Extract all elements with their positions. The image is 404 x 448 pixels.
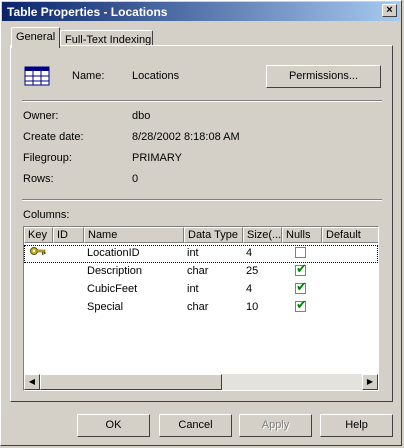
owner-label: Owner: — [23, 110, 59, 122]
col-header-name[interactable]: Name — [84, 227, 184, 243]
name-label: Name: — [72, 70, 105, 82]
nulls-checkbox[interactable] — [295, 280, 307, 295]
cell-name: Description — [87, 265, 143, 277]
col-header-id[interactable]: ID — [53, 227, 84, 243]
cell-name: Special — [87, 301, 124, 313]
permissions-button[interactable]: Permissions... — [266, 65, 381, 88]
scrollbar-thumb[interactable] — [40, 374, 222, 390]
table-icon — [24, 66, 50, 86]
divider — [22, 199, 382, 201]
columns-grid[interactable]: Key ID Name Data Type Size(... Nulls Def… — [23, 226, 379, 391]
cell-data-type: char — [187, 301, 209, 313]
ok-label: OK — [105, 419, 122, 431]
ok-button[interactable]: OK — [77, 414, 150, 437]
cell-size: 25 — [246, 265, 259, 277]
cell-data-type: int — [187, 283, 199, 295]
owner-value: dbo — [132, 110, 151, 122]
nulls-checkbox[interactable] — [295, 262, 307, 277]
cell-data-type: char — [187, 265, 209, 277]
tab-general-label: General — [16, 31, 56, 43]
arrow-left-icon: ◀ — [28, 377, 36, 386]
scroll-right-button[interactable]: ▶ — [362, 374, 378, 390]
horizontal-scrollbar[interactable]: ◀ ▶ — [24, 374, 378, 390]
cell-size: 4 — [246, 247, 253, 259]
title-bar[interactable]: Table Properties - Locations × — [2, 2, 400, 21]
filegroup-value: PRIMARY — [132, 152, 182, 164]
help-button[interactable]: Help — [320, 414, 393, 437]
window-title: Table Properties - Locations — [7, 5, 168, 19]
cell-size: 4 — [246, 283, 253, 295]
apply-label: Apply — [261, 419, 290, 431]
grid-header-row: Key ID Name Data Type Size(... Nulls Def… — [24, 227, 378, 243]
col-header-key[interactable]: Key — [24, 227, 53, 243]
nulls-checkbox[interactable] — [295, 298, 307, 313]
create-date-label: Create date: — [23, 131, 84, 143]
close-icon: × — [386, 4, 393, 16]
columns-label: Columns: — [23, 209, 70, 221]
scroll-left-button[interactable]: ◀ — [24, 374, 40, 390]
table-row[interactable]: Description char 25 — [24, 262, 378, 281]
table-row[interactable]: Special char 10 — [24, 298, 378, 317]
cell-data-type: int — [187, 247, 199, 259]
key-icon — [30, 246, 46, 261]
table-row[interactable]: CubicFeet int 4 — [24, 280, 378, 299]
rows-value: 0 — [132, 173, 139, 185]
cell-name: LocationID — [87, 247, 140, 259]
apply-button[interactable]: Apply — [239, 414, 312, 437]
arrow-right-icon: ▶ — [366, 377, 374, 386]
rows-label: Rows: — [23, 173, 54, 185]
table-row[interactable]: LocationID int 4 — [24, 245, 378, 263]
help-label: Help — [345, 419, 368, 431]
filegroup-label: Filegroup: — [23, 152, 72, 164]
cancel-label: Cancel — [178, 419, 213, 431]
col-header-data-type[interactable]: Data Type — [184, 227, 243, 243]
cancel-button[interactable]: Cancel — [159, 414, 232, 437]
col-header-size[interactable]: Size(... — [243, 227, 282, 243]
divider — [22, 100, 382, 102]
tab-general[interactable]: General — [11, 27, 60, 48]
nulls-checkbox[interactable] — [295, 247, 306, 258]
col-header-default[interactable]: Default — [322, 227, 378, 243]
cell-name: CubicFeet — [87, 283, 138, 295]
name-value: Locations — [132, 70, 180, 82]
close-button[interactable]: × — [382, 4, 397, 17]
permissions-label: Permissions... — [288, 70, 359, 82]
cell-size: 10 — [246, 301, 259, 313]
col-header-nulls[interactable]: Nulls — [282, 227, 322, 243]
create-date-value: 8/28/2002 8:18:08 AM — [132, 131, 240, 143]
